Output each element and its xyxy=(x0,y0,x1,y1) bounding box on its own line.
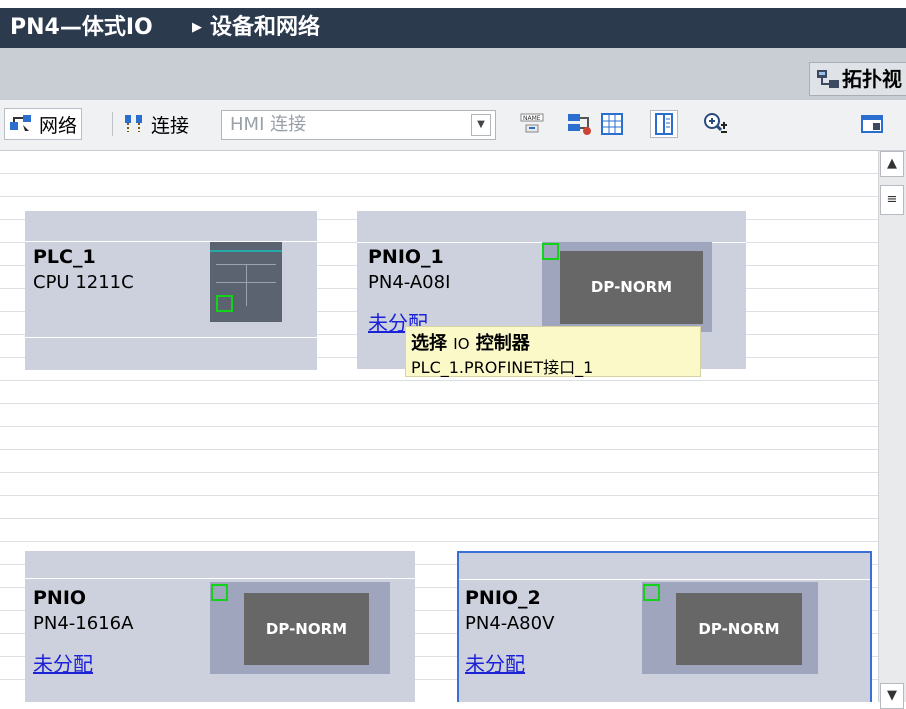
device-pnio-2[interactable]: PNIO_2 PN4-A80V 未分配 DP-NORM xyxy=(457,551,872,702)
device-plc-1[interactable]: PLC_1 CPU 1211C xyxy=(25,211,317,370)
device-name: PNIO_2 xyxy=(465,587,541,609)
select-io-controller-tooltip: 选择 IO 控制器 PLC_1.PROFINET接口_1 xyxy=(405,326,701,377)
zoom-in-icon[interactable] xyxy=(702,110,730,138)
network-view-button[interactable]: 网络 xyxy=(4,108,83,140)
network-view-label: 网络 xyxy=(39,114,78,137)
scroll-down-button[interactable]: ▼ xyxy=(880,683,904,709)
device-order-number: PN4-A08I xyxy=(368,272,451,293)
cropped-top-strip xyxy=(0,0,906,8)
connection-label: 连接 xyxy=(151,114,190,137)
profinet-port-icon[interactable] xyxy=(542,243,559,260)
grid-icon[interactable] xyxy=(598,110,626,138)
module-box: DP-NORM xyxy=(244,593,369,665)
device-band xyxy=(459,579,870,580)
dropdown-arrow-icon[interactable]: ▼ xyxy=(471,114,491,136)
tooltip-option-profinet[interactable]: PLC_1.PROFINET接口_1 xyxy=(411,354,593,378)
scroll-thumb[interactable]: ≡ xyxy=(880,185,904,215)
device-order-number: PN4-1616A xyxy=(33,613,134,634)
scroll-up-button[interactable]: ▲ xyxy=(880,151,904,177)
module-box: DP-NORM xyxy=(560,251,703,324)
profinet-port-icon[interactable] xyxy=(643,584,660,601)
device-band xyxy=(25,337,317,338)
tooltip-title-post: 控制器 xyxy=(475,333,530,354)
plc-status-strip xyxy=(210,250,282,252)
hmi-connection-value: HMI 连接 xyxy=(230,114,307,135)
tag-icon[interactable] xyxy=(566,110,594,138)
tab-topology-view[interactable]: 拓扑视 xyxy=(809,62,906,96)
svg-text:NAME: NAME xyxy=(523,115,541,122)
toolbar-separator xyxy=(112,112,113,136)
device-name: PNIO xyxy=(33,587,87,609)
network-canvas[interactable]: PLC_1 CPU 1211C PNIO_1 PN4-A08I 未分配 DP-N… xyxy=(0,151,878,702)
tooltip-title-io: IO xyxy=(453,335,470,353)
device-name: PNIO_1 xyxy=(368,246,444,268)
right-triangle-icon: ▶ xyxy=(192,20,202,35)
network-view-icon xyxy=(10,115,31,131)
list-icon[interactable] xyxy=(650,110,678,138)
plc-module-image xyxy=(210,242,282,322)
device-band xyxy=(25,578,415,579)
properties-panel-icon[interactable] xyxy=(858,110,886,138)
profinet-port-icon[interactable] xyxy=(216,295,233,312)
device-name: PLC_1 xyxy=(33,246,96,268)
io-controller-link[interactable]: 未分配 xyxy=(33,648,93,677)
tooltip-title-pre: 选择 xyxy=(411,333,447,354)
vertical-scrollbar[interactable]: ▲ ≡ ▼ xyxy=(878,151,906,709)
device-pnio[interactable]: PNIO PN4-1616A 未分配 DP-NORM xyxy=(25,551,415,702)
name-icon[interactable]: NAME xyxy=(518,110,546,138)
hmi-connection-select[interactable]: HMI 连接 ▼ xyxy=(221,110,496,140)
tab-topology-label: 拓扑视 xyxy=(842,67,902,91)
topology-icon xyxy=(817,70,839,88)
breadcrumb-root[interactable]: PN4—体式IO xyxy=(10,8,153,48)
connection-button[interactable]: 连接 xyxy=(112,108,189,140)
connection-icon xyxy=(125,115,142,132)
view-tab-bar xyxy=(0,48,906,100)
device-order-number: CPU 1211C xyxy=(33,272,134,293)
plc-slot-line xyxy=(246,264,247,306)
profinet-port-icon[interactable] xyxy=(211,584,228,601)
tooltip-title: 选择 IO 控制器 xyxy=(411,329,530,355)
module-box: DP-NORM xyxy=(676,593,802,665)
breadcrumb: PN4—体式IO ▶ 设备和网络 xyxy=(0,8,906,48)
io-controller-link[interactable]: 未分配 xyxy=(465,648,525,677)
breadcrumb-current: 设备和网络 xyxy=(210,15,321,40)
device-order-number: PN4-A80V xyxy=(465,613,555,634)
